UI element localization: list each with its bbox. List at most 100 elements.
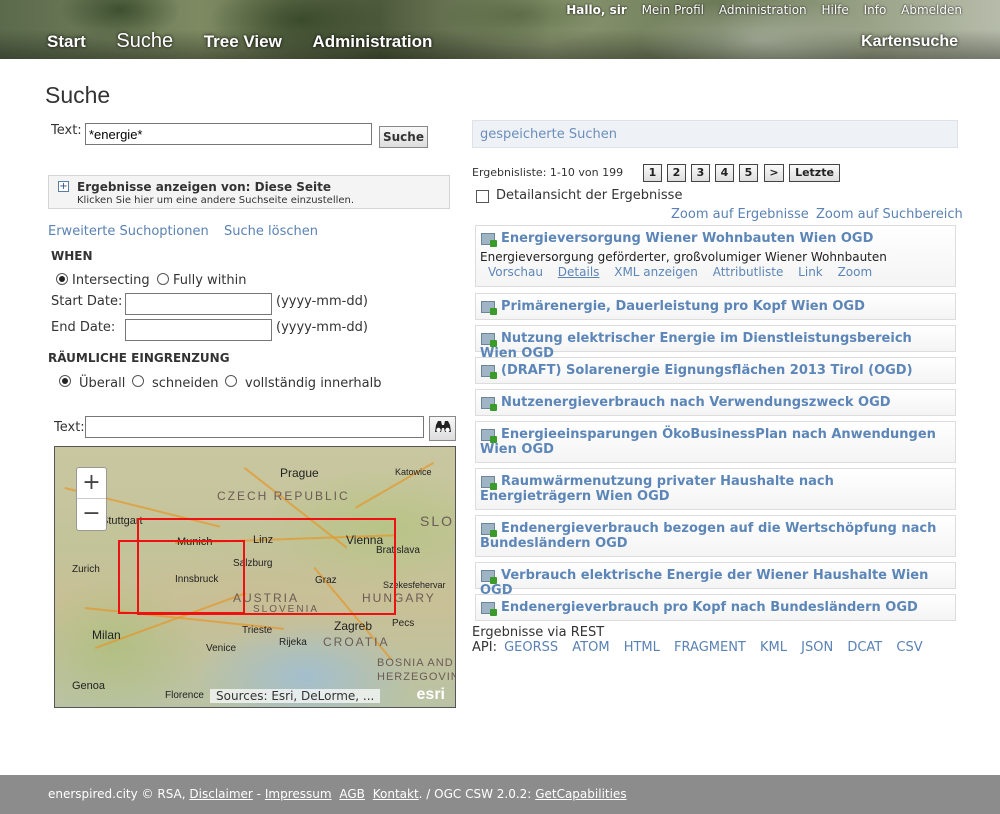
result-title[interactable]: Endenergieverbrauch pro Kopf nach Bundes… <box>476 595 955 619</box>
result-title[interactable]: Endenergieverbrauch bezogen auf die Wert… <box>476 516 955 555</box>
nav-administration[interactable]: Administration <box>312 32 432 51</box>
api-html[interactable]: HTML <box>624 640 660 655</box>
map-view[interactable]: CZECH REPUBLIC AUSTRIA HUNGARY SLOVENIA … <box>54 446 456 708</box>
radio-vollstaendig[interactable] <box>225 375 237 387</box>
result-item[interactable]: (DRAFT) Solarenergie Eignungsflächen 201… <box>475 357 956 384</box>
footer-getcapabilities-link[interactable]: GetCapabilities <box>535 787 626 801</box>
map-attribution: Sources: Esri, DeLorme, ... <box>210 689 381 703</box>
api-fragment[interactable]: FRAGMENT <box>674 640 746 655</box>
radio-ueberall[interactable] <box>59 375 71 387</box>
footer-agb-link[interactable]: AGB <box>339 787 365 801</box>
action-link[interactable]: Link <box>798 265 823 279</box>
action-xml[interactable]: XML anzeigen <box>614 265 698 279</box>
result-title[interactable]: Primärenergie, Dauerleistung pro Kopf Wi… <box>476 294 955 318</box>
map-city-katowice: Katowice <box>395 467 432 477</box>
footer-separator: - <box>256 787 262 801</box>
page-5-button[interactable]: 5 <box>739 164 758 182</box>
clear-search-link[interactable]: Suche löschen <box>224 224 318 239</box>
footer: enerspired.city © RSA, Disclaimer - Impr… <box>0 775 1000 814</box>
action-zoom[interactable]: Zoom <box>838 265 873 279</box>
next-page-button[interactable]: > <box>764 164 784 182</box>
end-date-label: End Date: <box>51 320 116 335</box>
header-banner: Hallo, sir Mein Profil Administration Hi… <box>0 0 1000 59</box>
map-city-venice: Venice <box>206 643 237 654</box>
start-date-input[interactable] <box>125 293 272 315</box>
result-title[interactable]: Energieeinsparungen ÖkoBusinessPlan nach… <box>476 422 955 461</box>
nav-start[interactable]: Start <box>47 32 86 51</box>
binoculars-icon[interactable] <box>429 416 456 441</box>
result-item[interactable]: Primärenergie, Dauerleistung pro Kopf Wi… <box>475 293 956 320</box>
radio-schneiden[interactable] <box>132 375 144 387</box>
page-3-button[interactable]: 3 <box>691 164 710 182</box>
action-attributliste[interactable]: Attributliste <box>713 265 784 279</box>
result-item[interactable]: Endenergieverbrauch pro Kopf nach Bundes… <box>475 594 956 621</box>
result-item[interactable]: Nutzung elektrischer Energie im Dienstle… <box>475 325 956 361</box>
scope-subtitle: Klicken Sie hier um eine andere Suchseit… <box>77 195 355 206</box>
api-csv[interactable]: CSV <box>896 640 922 655</box>
search-text-label: Text: <box>51 123 82 138</box>
detail-view-checkbox[interactable] <box>476 190 489 203</box>
result-scope-panel[interactable]: + Ergebnisse anzeigen von: Diese Seite K… <box>48 175 450 209</box>
search-input[interactable] <box>85 123 372 145</box>
action-details[interactable]: Details <box>558 265 600 279</box>
footer-disclaimer-link[interactable]: Disclaimer <box>189 787 252 801</box>
footer-impressum-link[interactable]: Impressum <box>265 787 332 801</box>
search-button[interactable]: Suche <box>379 126 428 148</box>
map-city-rijeka: Rijeka <box>279 637 307 648</box>
zoom-to-area-link[interactable]: Zoom auf Suchbereich <box>816 207 963 222</box>
radio-intersecting[interactable] <box>56 273 68 285</box>
result-title[interactable]: Nutzenergieverbrauch nach Verwendungszwe… <box>476 390 955 414</box>
result-item[interactable]: Endenergieverbrauch bezogen auf die Wert… <box>475 515 956 557</box>
map-label-czech: CZECH REPUBLIC <box>217 489 350 503</box>
result-item[interactable]: Verbrauch elektrische Energie der Wiener… <box>475 562 956 598</box>
action-vorschau[interactable]: Vorschau <box>488 265 543 279</box>
nav-kartensuche[interactable]: Kartensuche <box>861 33 958 51</box>
result-title[interactable]: Energieversorgung Wiener Wohnbauten Wien… <box>476 226 955 250</box>
nav-tree-view[interactable]: Tree View <box>204 32 282 51</box>
result-description: Energieversorgung geförderter, großvolum… <box>480 250 887 264</box>
radio-fully-within[interactable] <box>157 273 169 285</box>
spatial-header: RÄUMLICHE EINGRENZUNG <box>48 351 230 365</box>
result-item[interactable]: Raumwärmenutzung privater Haushalte nach… <box>475 468 956 510</box>
result-title[interactable]: (DRAFT) Solarenergie Eignungsflächen 201… <box>476 358 955 382</box>
page-1-button[interactable]: 1 <box>643 164 662 182</box>
link-info[interactable]: Info <box>864 3 887 17</box>
api-json[interactable]: JSON <box>801 640 833 655</box>
search-extent-box-small[interactable] <box>118 540 245 614</box>
result-item[interactable]: Energieeinsparungen ÖkoBusinessPlan nach… <box>475 421 956 463</box>
footer-kontakt-link[interactable]: Kontakt <box>373 787 419 801</box>
zoom-out-button[interactable]: − <box>77 499 106 530</box>
end-date-input[interactable] <box>125 319 272 341</box>
link-administration-top[interactable]: Administration <box>719 3 807 17</box>
map-zoom-control: + − <box>76 467 107 531</box>
dataset-icon <box>481 397 497 411</box>
user-bar: Hallo, sir Mein Profil Administration Hi… <box>566 3 962 17</box>
api-georss[interactable]: GEORSS <box>504 640 558 655</box>
results-summary: Ergebnisliste: 1-10 von 199 <box>472 166 624 179</box>
last-page-button[interactable]: Letzte <box>789 164 840 182</box>
link-hilfe[interactable]: Hilfe <box>821 3 848 17</box>
result-item[interactable]: Nutzenergieverbrauch nach Verwendungszwe… <box>475 389 956 416</box>
detail-view-label: Detailansicht der Ergebnisse <box>496 188 683 203</box>
api-kml[interactable]: KML <box>760 640 787 655</box>
dataset-icon <box>481 476 497 490</box>
api-atom[interactable]: ATOM <box>572 640 609 655</box>
radio-intersecting-label: Intersecting <box>72 273 150 288</box>
link-abmelden[interactable]: Abmelden <box>901 3 962 17</box>
result-title[interactable]: Raumwärmenutzung privater Haushalte nach… <box>476 469 955 508</box>
map-text-label: Text: <box>54 420 85 435</box>
zoom-in-button[interactable]: + <box>77 468 106 499</box>
expand-plus-icon[interactable]: + <box>58 181 69 192</box>
dataset-icon <box>481 429 497 443</box>
zoom-to-results-link[interactable]: Zoom auf Ergebnisse <box>671 207 809 222</box>
dataset-icon <box>481 233 497 247</box>
saved-searches-bar[interactable]: gespeicherte Suchen <box>472 120 958 148</box>
result-item[interactable]: Energieversorgung Wiener Wohnbauten Wien… <box>475 225 956 287</box>
link-mein-profil[interactable]: Mein Profil <box>642 3 704 17</box>
page-2-button[interactable]: 2 <box>667 164 686 182</box>
map-location-input[interactable] <box>85 416 424 438</box>
page-4-button[interactable]: 4 <box>715 164 734 182</box>
api-dcat[interactable]: DCAT <box>847 640 882 655</box>
advanced-search-options-link[interactable]: Erweiterte Suchoptionen <box>48 224 209 239</box>
nav-suche[interactable]: Suche <box>116 30 173 52</box>
